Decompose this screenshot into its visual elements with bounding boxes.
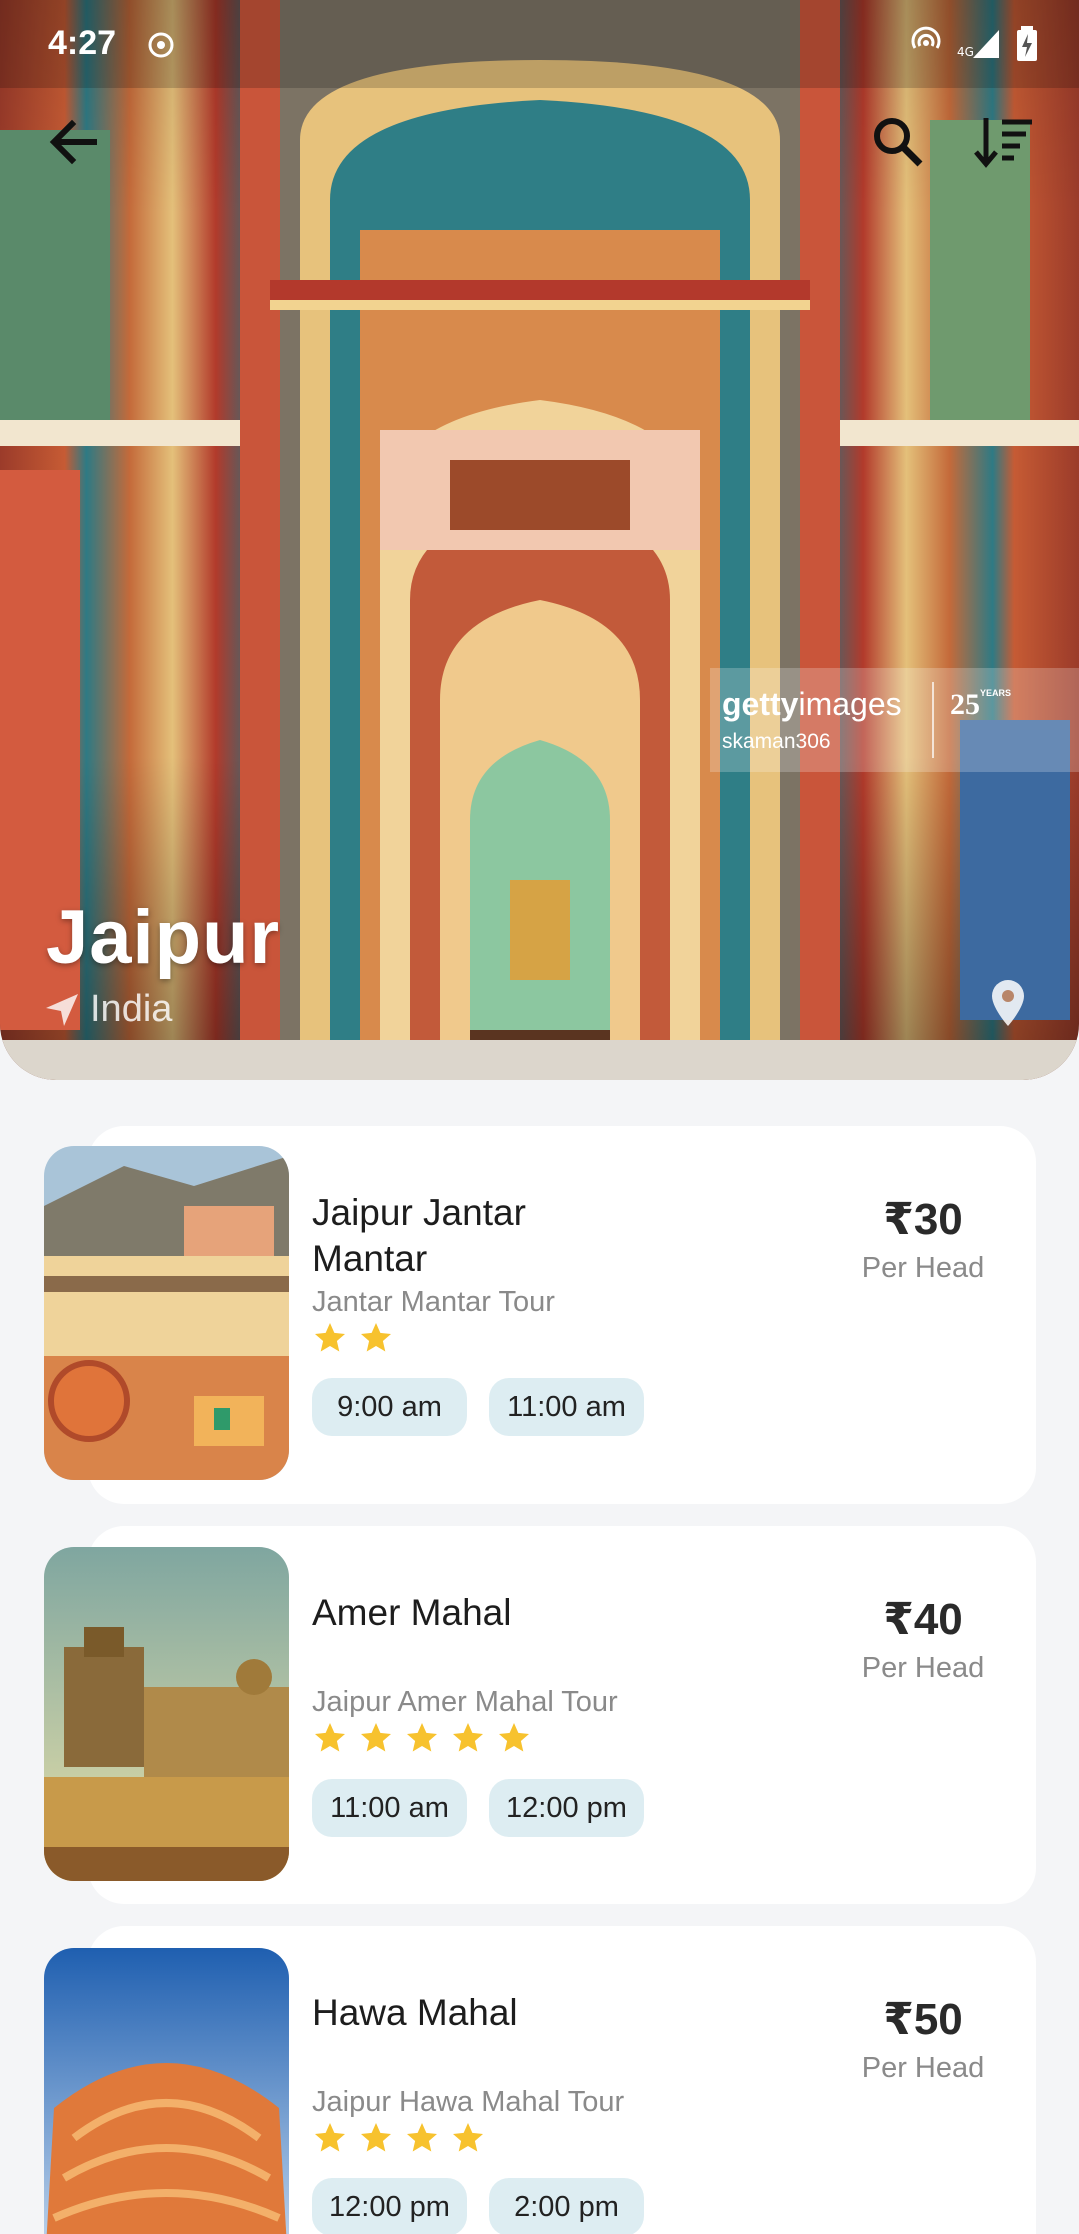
tour-image-amer-mahal — [44, 1547, 289, 1881]
country-row: India — [44, 988, 172, 1031]
city-title: Jaipur — [46, 895, 281, 980]
map-pin-icon — [992, 980, 1024, 1026]
star-icon — [315, 1323, 345, 1352]
map-pin-button[interactable] — [990, 980, 1026, 1033]
tour-image-jantar-mantar — [44, 1146, 289, 1480]
sync-icon — [146, 30, 176, 65]
star-icon — [361, 2123, 391, 2152]
tour-price: ₹40 — [883, 1595, 963, 1644]
tour-title: Jaipur Jantar Mantar — [312, 1192, 526, 1279]
back-button[interactable] — [32, 100, 116, 184]
rating-stars — [312, 1320, 394, 1356]
tour-subtitle: Jantar Mantar Tour — [312, 1286, 555, 1318]
search-button[interactable] — [856, 100, 940, 184]
sort-icon — [974, 118, 1032, 168]
hotspot-icon — [909, 26, 943, 67]
svg-text:4G: 4G — [957, 45, 974, 59]
time-slot-chip[interactable]: 11:00 am — [312, 1779, 467, 1837]
tour-image-hawa-mahal — [44, 1948, 289, 2234]
status-bar: 4:27 4G — [0, 0, 1079, 88]
time-slots: 12:00 pm 2:00 pm — [312, 2178, 644, 2234]
watermark-years: 25YEARS — [950, 688, 1012, 721]
hero-banner: 4:27 4G gettyimages skaman306 25YEARS Ja… — [0, 0, 1079, 1080]
tour-price: ₹30 — [883, 1195, 963, 1244]
status-icons: 4G — [909, 26, 1039, 67]
tour-subtitle: Jaipur Hawa Mahal Tour — [312, 2086, 625, 2118]
star-icon — [315, 2123, 345, 2152]
price-unit: Per Head — [861, 2052, 985, 2084]
time-slot-chip[interactable]: 2:00 pm — [489, 2178, 644, 2234]
search-icon — [874, 118, 923, 167]
time-slots: 11:00 am 12:00 pm — [312, 1779, 644, 1837]
tour-price: ₹50 — [883, 1995, 963, 2044]
watermark: gettyimages skaman306 25YEARS — [710, 668, 1079, 772]
star-icon — [407, 2123, 437, 2152]
time-slot-chip[interactable]: 12:00 pm — [312, 2178, 467, 2234]
signal-icon: 4G — [957, 26, 1001, 67]
star-icon — [453, 2123, 483, 2152]
sort-button[interactable] — [962, 100, 1046, 184]
star-icon — [361, 1323, 391, 1352]
star-icon — [453, 1723, 483, 1752]
tour-title: Amer Mahal — [312, 1592, 512, 1633]
arrow-back-icon — [49, 119, 97, 165]
battery-icon — [1015, 26, 1039, 67]
watermark-user: skaman306 — [722, 730, 831, 753]
time-slot-chip[interactable]: 12:00 pm — [489, 1779, 644, 1837]
watermark-brand: gettyimages — [722, 686, 902, 722]
watermark-divider — [932, 682, 934, 758]
price-unit: Per Head — [861, 1252, 985, 1284]
price-unit: Per Head — [861, 1652, 985, 1684]
star-icon — [361, 1723, 391, 1752]
time-slots: 9:00 am 11:00 am — [312, 1378, 644, 1436]
navigation-arrow-icon — [46, 993, 78, 1026]
time-slot-chip[interactable]: 11:00 am — [489, 1378, 644, 1436]
status-time: 4:27 — [48, 24, 117, 62]
tour-subtitle: Jaipur Amer Mahal Tour — [312, 1686, 618, 1718]
star-icon — [407, 1723, 437, 1752]
rating-stars — [312, 2120, 486, 2156]
time-slot-chip[interactable]: 9:00 am — [312, 1378, 467, 1436]
star-icon — [315, 1723, 345, 1752]
star-icon — [499, 1723, 529, 1752]
tour-title: Hawa Mahal — [312, 1992, 518, 2033]
country-label: India — [90, 988, 173, 1030]
rating-stars — [312, 1720, 532, 1756]
